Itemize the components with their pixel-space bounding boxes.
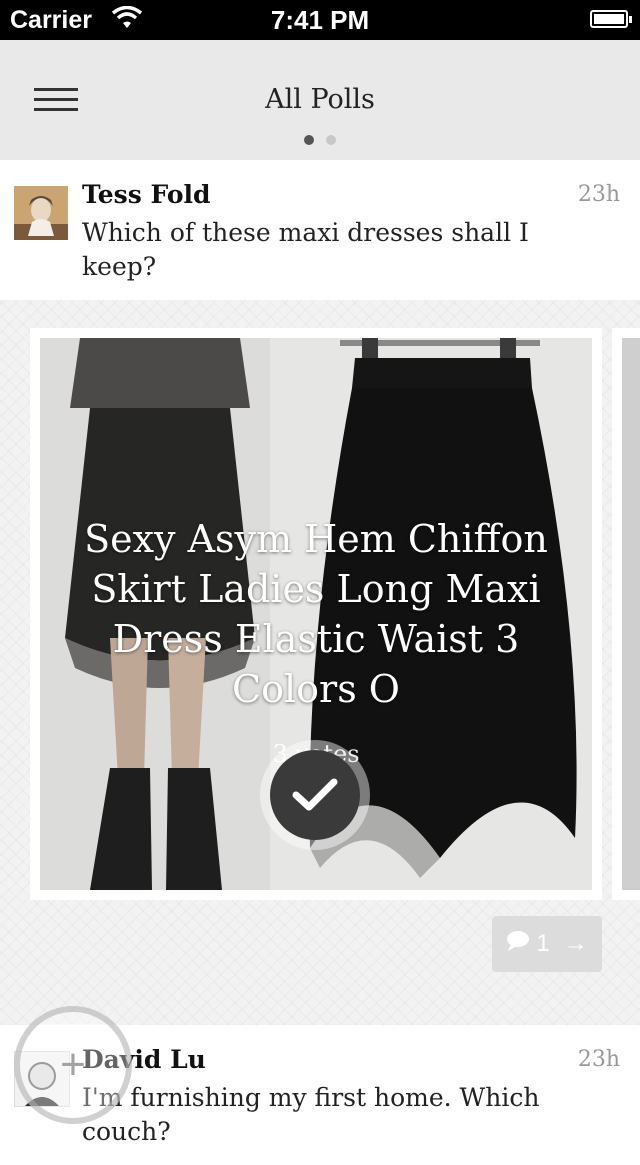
arrow-right-icon: → — [563, 930, 588, 957]
author-name[interactable]: Tess Fold — [82, 180, 211, 209]
clock: 7:41 PM — [270, 5, 370, 35]
comment-count: 1 — [536, 930, 550, 957]
battery-icon — [590, 10, 632, 28]
poll-option-card[interactable]: Sexy Asym Hem Chiffon Skirt Ladies Long … — [30, 328, 602, 900]
checkmark-icon — [270, 750, 360, 840]
poll-question: Which of these maxi dresses shall I keep… — [82, 218, 529, 281]
post-header[interactable]: Tess Fold 23h Which of these maxi dresse… — [0, 160, 640, 300]
page-title: All Polls — [265, 84, 375, 115]
status-bar: Carrier 7:41 PM — [0, 0, 640, 40]
page-dot-2[interactable] — [326, 135, 336, 145]
poll-question: I'm furnishing my first home. Which couc… — [82, 1083, 540, 1146]
next-option-card-peek[interactable] — [612, 328, 640, 900]
vote-button[interactable] — [260, 740, 370, 850]
page-dot-1[interactable] — [304, 135, 314, 145]
plus-icon: + — [60, 1040, 86, 1089]
speech-bubble-icon — [506, 930, 530, 959]
post-timestamp: 23h — [577, 1047, 620, 1072]
nav-bar: All Polls — [0, 40, 640, 160]
post-timestamp: 23h — [577, 182, 620, 207]
avatar[interactable] — [14, 186, 68, 240]
poll-options-carousel[interactable]: Sexy Asym Hem Chiffon Skirt Ladies Long … — [0, 300, 640, 1025]
option-photo[interactable]: Sexy Asym Hem Chiffon Skirt Ladies Long … — [40, 338, 592, 890]
page-indicator[interactable] — [0, 130, 640, 149]
new-poll-button[interactable]: + — [14, 1006, 132, 1124]
poll-feed[interactable]: Tess Fold 23h Which of these maxi dresse… — [0, 160, 640, 1165]
comments-button[interactable]: 1 → — [492, 916, 602, 972]
option-title: Sexy Asym Hem Chiffon Skirt Ladies Long … — [84, 517, 548, 711]
